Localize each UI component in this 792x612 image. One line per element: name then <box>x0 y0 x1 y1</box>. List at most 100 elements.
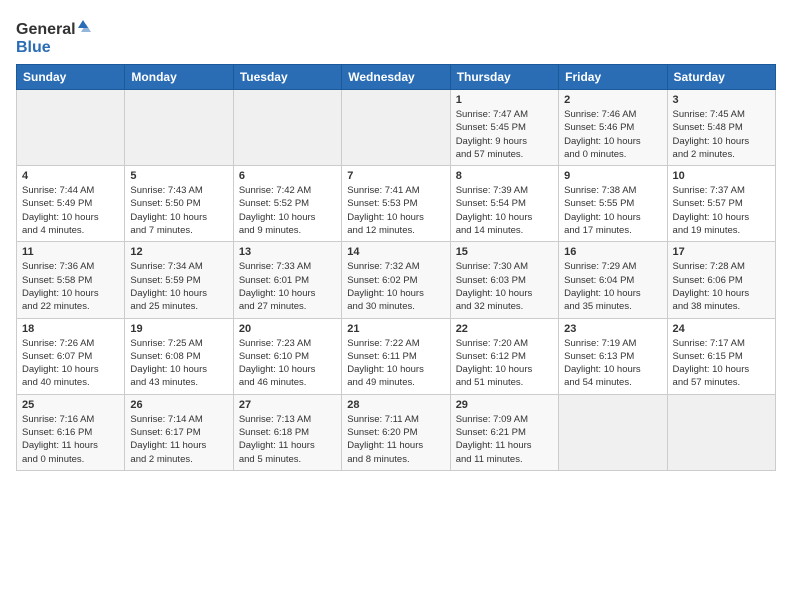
day-info: Sunrise: 7:17 AM Sunset: 6:15 PM Dayligh… <box>673 337 770 390</box>
calendar-cell: 5 Sunrise: 7:43 AM Sunset: 5:50 PM Daylig… <box>125 166 233 242</box>
calendar-cell <box>667 394 775 470</box>
calendar-cell: 24 Sunrise: 7:17 AM Sunset: 6:15 PM Dayli… <box>667 318 775 394</box>
day-number: 3 <box>673 94 770 106</box>
svg-text:General: General <box>16 21 76 38</box>
day-info: Sunrise: 7:30 AM Sunset: 6:03 PM Dayligh… <box>456 260 553 313</box>
day-info: Sunrise: 7:09 AM Sunset: 6:21 PM Dayligh… <box>456 413 553 466</box>
day-number: 13 <box>239 246 336 258</box>
day-info: Sunrise: 7:29 AM Sunset: 6:04 PM Dayligh… <box>564 260 661 313</box>
day-number: 17 <box>673 246 770 258</box>
day-info: Sunrise: 7:36 AM Sunset: 5:58 PM Dayligh… <box>22 260 119 313</box>
calendar-header-row: SundayMondayTuesdayWednesdayThursdayFrid… <box>17 65 776 90</box>
day-info: Sunrise: 7:26 AM Sunset: 6:07 PM Dayligh… <box>22 337 119 390</box>
calendar-body: 1 Sunrise: 7:47 AM Sunset: 5:45 PM Daylig… <box>17 90 776 471</box>
calendar-cell: 1 Sunrise: 7:47 AM Sunset: 5:45 PM Daylig… <box>450 90 558 166</box>
day-info: Sunrise: 7:41 AM Sunset: 5:53 PM Dayligh… <box>347 184 444 237</box>
calendar-cell: 3Sunrise: 7:45 AM Sunset: 5:48 PM Daylig… <box>667 90 775 166</box>
day-number: 25 <box>22 399 119 411</box>
day-number: 20 <box>239 323 336 335</box>
calendar-cell: 23Sunrise: 7:19 AM Sunset: 6:13 PM Dayli… <box>559 318 667 394</box>
calendar-cell: 9 Sunrise: 7:38 AM Sunset: 5:55 PM Daylig… <box>559 166 667 242</box>
calendar-week-1: 1 Sunrise: 7:47 AM Sunset: 5:45 PM Daylig… <box>17 90 776 166</box>
calendar-cell: 28 Sunrise: 7:11 AM Sunset: 6:20 PM Dayli… <box>342 394 450 470</box>
calendar-week-3: 11 Sunrise: 7:36 AM Sunset: 5:58 PM Dayli… <box>17 242 776 318</box>
calendar-cell: 10 Sunrise: 7:37 AM Sunset: 5:57 PM Dayli… <box>667 166 775 242</box>
calendar-cell <box>17 90 125 166</box>
calendar-cell <box>559 394 667 470</box>
calendar-cell <box>125 90 233 166</box>
day-info: Sunrise: 7:47 AM Sunset: 5:45 PM Dayligh… <box>456 108 553 161</box>
calendar-cell: 2 Sunrise: 7:46 AM Sunset: 5:46 PM Daylig… <box>559 90 667 166</box>
day-header-sunday: Sunday <box>17 65 125 90</box>
day-header-wednesday: Wednesday <box>342 65 450 90</box>
calendar-cell: 16 Sunrise: 7:29 AM Sunset: 6:04 PM Dayli… <box>559 242 667 318</box>
calendar-cell: 21 Sunrise: 7:22 AM Sunset: 6:11 PM Dayli… <box>342 318 450 394</box>
calendar-cell <box>233 90 341 166</box>
day-info: Sunrise: 7:43 AM Sunset: 5:50 PM Dayligh… <box>130 184 227 237</box>
day-number: 6 <box>239 170 336 182</box>
logo-svg: GeneralBlue <box>16 16 96 56</box>
day-number: 11 <box>22 246 119 258</box>
day-info: Sunrise: 7:33 AM Sunset: 6:01 PM Dayligh… <box>239 260 336 313</box>
day-number: 29 <box>456 399 553 411</box>
day-info: Sunrise: 7:28 AM Sunset: 6:06 PM Dayligh… <box>673 260 770 313</box>
day-number: 23 <box>564 323 661 335</box>
day-header-friday: Friday <box>559 65 667 90</box>
calendar-cell: 26 Sunrise: 7:14 AM Sunset: 6:17 PM Dayli… <box>125 394 233 470</box>
calendar-week-2: 4 Sunrise: 7:44 AM Sunset: 5:49 PM Daylig… <box>17 166 776 242</box>
day-header-saturday: Saturday <box>667 65 775 90</box>
calendar-cell: 27Sunrise: 7:13 AM Sunset: 6:18 PM Dayli… <box>233 394 341 470</box>
day-number: 2 <box>564 94 661 106</box>
day-number: 10 <box>673 170 770 182</box>
svg-text:Blue: Blue <box>16 39 51 56</box>
calendar-week-4: 18 Sunrise: 7:26 AM Sunset: 6:07 PM Dayli… <box>17 318 776 394</box>
day-number: 15 <box>456 246 553 258</box>
day-number: 5 <box>130 170 227 182</box>
calendar-cell: 4 Sunrise: 7:44 AM Sunset: 5:49 PM Daylig… <box>17 166 125 242</box>
day-info: Sunrise: 7:11 AM Sunset: 6:20 PM Dayligh… <box>347 413 444 466</box>
day-info: Sunrise: 7:14 AM Sunset: 6:17 PM Dayligh… <box>130 413 227 466</box>
calendar-cell: 13 Sunrise: 7:33 AM Sunset: 6:01 PM Dayli… <box>233 242 341 318</box>
calendar-week-5: 25 Sunrise: 7:16 AM Sunset: 6:16 PM Dayli… <box>17 394 776 470</box>
calendar-cell: 29 Sunrise: 7:09 AM Sunset: 6:21 PM Dayli… <box>450 394 558 470</box>
calendar-cell: 8 Sunrise: 7:39 AM Sunset: 5:54 PM Daylig… <box>450 166 558 242</box>
day-header-monday: Monday <box>125 65 233 90</box>
page-header: GeneralBlue <box>16 16 776 56</box>
day-info: Sunrise: 7:39 AM Sunset: 5:54 PM Dayligh… <box>456 184 553 237</box>
calendar-cell: 15 Sunrise: 7:30 AM Sunset: 6:03 PM Dayli… <box>450 242 558 318</box>
day-number: 22 <box>456 323 553 335</box>
calendar-cell: 18 Sunrise: 7:26 AM Sunset: 6:07 PM Dayli… <box>17 318 125 394</box>
day-info: Sunrise: 7:23 AM Sunset: 6:10 PM Dayligh… <box>239 337 336 390</box>
day-info: Sunrise: 7:16 AM Sunset: 6:16 PM Dayligh… <box>22 413 119 466</box>
calendar-cell: 17 Sunrise: 7:28 AM Sunset: 6:06 PM Dayli… <box>667 242 775 318</box>
day-info: Sunrise: 7:25 AM Sunset: 6:08 PM Dayligh… <box>130 337 227 390</box>
day-number: 1 <box>456 94 553 106</box>
day-number: 19 <box>130 323 227 335</box>
day-info: Sunrise: 7:44 AM Sunset: 5:49 PM Dayligh… <box>22 184 119 237</box>
calendar-cell: 6 Sunrise: 7:42 AM Sunset: 5:52 PM Daylig… <box>233 166 341 242</box>
day-number: 7 <box>347 170 444 182</box>
day-number: 26 <box>130 399 227 411</box>
day-number: 8 <box>456 170 553 182</box>
day-header-thursday: Thursday <box>450 65 558 90</box>
day-number: 9 <box>564 170 661 182</box>
day-number: 18 <box>22 323 119 335</box>
day-number: 24 <box>673 323 770 335</box>
calendar-cell: 12Sunrise: 7:34 AM Sunset: 5:59 PM Dayli… <box>125 242 233 318</box>
day-info: Sunrise: 7:46 AM Sunset: 5:46 PM Dayligh… <box>564 108 661 161</box>
calendar-cell: 14Sunrise: 7:32 AM Sunset: 6:02 PM Dayli… <box>342 242 450 318</box>
calendar-cell: 11 Sunrise: 7:36 AM Sunset: 5:58 PM Dayli… <box>17 242 125 318</box>
day-number: 21 <box>347 323 444 335</box>
day-number: 4 <box>22 170 119 182</box>
day-number: 27 <box>239 399 336 411</box>
day-info: Sunrise: 7:22 AM Sunset: 6:11 PM Dayligh… <box>347 337 444 390</box>
day-info: Sunrise: 7:38 AM Sunset: 5:55 PM Dayligh… <box>564 184 661 237</box>
day-info: Sunrise: 7:34 AM Sunset: 5:59 PM Dayligh… <box>130 260 227 313</box>
day-number: 16 <box>564 246 661 258</box>
calendar-cell <box>342 90 450 166</box>
day-info: Sunrise: 7:37 AM Sunset: 5:57 PM Dayligh… <box>673 184 770 237</box>
day-info: Sunrise: 7:42 AM Sunset: 5:52 PM Dayligh… <box>239 184 336 237</box>
calendar-cell: 7 Sunrise: 7:41 AM Sunset: 5:53 PM Daylig… <box>342 166 450 242</box>
day-number: 14 <box>347 246 444 258</box>
day-number: 28 <box>347 399 444 411</box>
